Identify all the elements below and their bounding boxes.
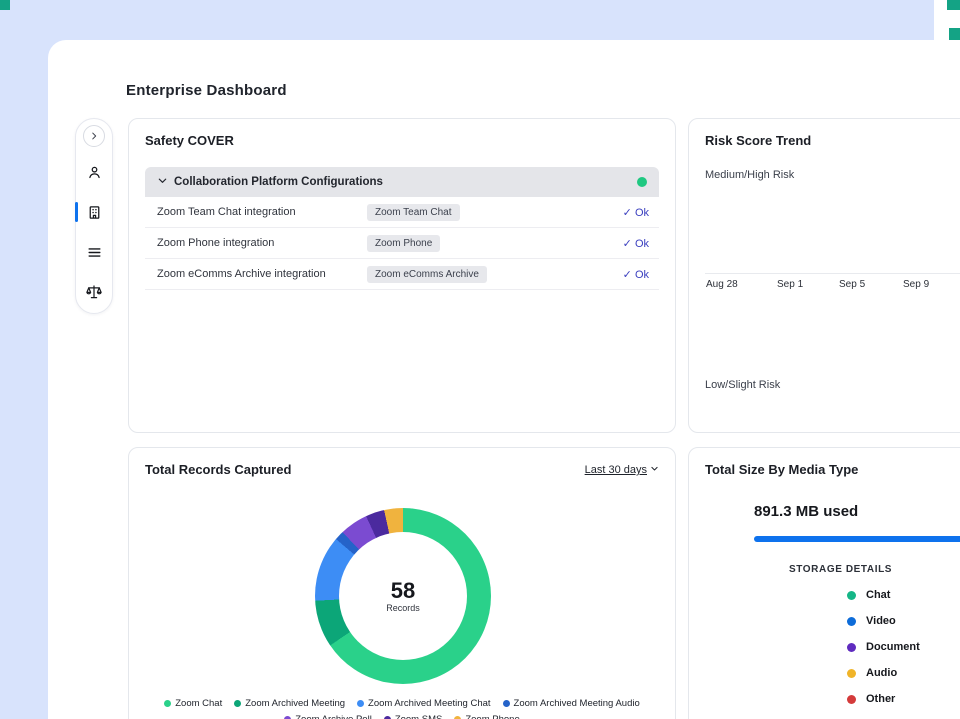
risk-x-tick: Sep 5 bbox=[839, 279, 865, 290]
legend-item: Zoom Phone bbox=[454, 714, 519, 719]
risk-chart-axis-line bbox=[705, 273, 960, 274]
storage-legend: Chat Video Document Audio Other bbox=[847, 589, 920, 705]
safety-cover-title: Safety COVER bbox=[145, 133, 234, 148]
list-item: Other bbox=[847, 693, 920, 705]
total-size-card: Total Size By Media Type 891.3 MB used S… bbox=[688, 447, 960, 719]
app-window: Enterprise Dashboard bbox=[0, 0, 960, 719]
legend-item: Zoom Archived Meeting Chat bbox=[357, 698, 491, 709]
legend-dot bbox=[234, 700, 241, 707]
risk-trend-title: Risk Score Trend bbox=[705, 133, 811, 148]
config-rows: Zoom Team Chat integration Zoom Team Cha… bbox=[145, 197, 659, 290]
risk-score-trend-card: Risk Score Trend Medium/High Risk Aug 28… bbox=[688, 118, 960, 433]
user-icon bbox=[86, 164, 103, 181]
legend-item: Zoom Archive Poll bbox=[284, 714, 372, 719]
sidebar-item-users[interactable] bbox=[84, 162, 104, 182]
legend-item: Zoom SMS bbox=[384, 714, 443, 719]
sidebar bbox=[75, 118, 113, 314]
storage-used-label: 891.3 MB used bbox=[754, 503, 858, 520]
safety-cover-card: Safety COVER Collaboration Platform Conf… bbox=[128, 118, 676, 433]
table-row[interactable]: Zoom eComms Archive integration Zoom eCo… bbox=[145, 259, 659, 290]
group-status-dot bbox=[637, 177, 647, 187]
collab-config-group-header[interactable]: Collaboration Platform Configurations bbox=[145, 167, 659, 197]
risk-x-tick: Aug 28 bbox=[706, 279, 738, 290]
list-item: Chat bbox=[847, 589, 920, 601]
risk-x-tick: Sep 9 bbox=[903, 279, 929, 290]
check-icon: ✓ bbox=[623, 238, 632, 250]
sidebar-item-organization[interactable] bbox=[84, 202, 104, 222]
table-row[interactable]: Zoom Phone integration Zoom Phone ✓ Ok bbox=[145, 228, 659, 259]
legend-dot bbox=[847, 695, 856, 704]
group-header-label: Collaboration Platform Configurations bbox=[174, 176, 383, 188]
donut-legend-row-1: Zoom Chat Zoom Archived Meeting Zoom Arc… bbox=[129, 698, 675, 709]
risk-axis-bottom-label: Low/Slight Risk bbox=[705, 379, 780, 391]
sidebar-expand-button[interactable] bbox=[83, 125, 105, 147]
scales-icon bbox=[85, 283, 103, 301]
sidebar-item-list[interactable] bbox=[84, 242, 104, 262]
storage-usage-bar bbox=[754, 536, 960, 542]
config-row-tag: Zoom Phone bbox=[367, 235, 440, 252]
config-row-label: Zoom eComms Archive integration bbox=[145, 268, 326, 280]
dashboard-sheet: Enterprise Dashboard bbox=[48, 40, 960, 719]
status-badge: ✓ Ok bbox=[623, 237, 649, 250]
storage-title: Total Size By Media Type bbox=[705, 462, 858, 477]
legend-item: Zoom Archived Meeting Audio bbox=[503, 698, 640, 709]
risk-axis-top-label: Medium/High Risk bbox=[705, 169, 794, 181]
legend-dot bbox=[503, 700, 510, 707]
config-row-tag: Zoom Team Chat bbox=[367, 204, 460, 221]
sidebar-item-compliance[interactable] bbox=[84, 282, 104, 302]
legend-item: Zoom Archived Meeting bbox=[234, 698, 345, 709]
legend-dot bbox=[357, 700, 364, 707]
check-icon: ✓ bbox=[623, 269, 632, 281]
donut-legend-row-2: Zoom Archive Poll Zoom SMS Zoom Phone bbox=[129, 714, 675, 719]
legend-dot bbox=[847, 669, 856, 678]
table-row[interactable]: Zoom Team Chat integration Zoom Team Cha… bbox=[145, 197, 659, 228]
list-item: Document bbox=[847, 641, 920, 653]
decor-corner-accent bbox=[947, 0, 960, 10]
records-title: Total Records Captured bbox=[145, 462, 291, 477]
sidebar-active-indicator bbox=[75, 202, 78, 222]
donut-center-label: 58 Records bbox=[315, 508, 491, 684]
storage-details-heading: STORAGE DETAILS bbox=[789, 564, 892, 575]
list-item: Audio bbox=[847, 667, 920, 679]
total-records-card: Total Records Captured Last 30 days 58 R… bbox=[128, 447, 676, 719]
legend-dot bbox=[847, 643, 856, 652]
status-badge: ✓ Ok bbox=[623, 268, 649, 281]
list-item: Video bbox=[847, 615, 920, 627]
records-count: 58 bbox=[391, 579, 415, 603]
decor-corner-accent bbox=[0, 0, 10, 10]
check-icon: ✓ bbox=[623, 207, 632, 219]
legend-dot bbox=[847, 617, 856, 626]
config-row-tag: Zoom eComms Archive bbox=[367, 266, 487, 283]
chevron-down-icon bbox=[650, 464, 659, 476]
status-badge: ✓ Ok bbox=[623, 206, 649, 219]
config-row-label: Zoom Phone integration bbox=[145, 237, 274, 249]
date-range-filter[interactable]: Last 30 days bbox=[585, 464, 659, 476]
chevron-down-icon bbox=[157, 173, 168, 191]
records-count-unit: Records bbox=[386, 603, 420, 613]
config-row-label: Zoom Team Chat integration bbox=[145, 206, 296, 218]
legend-dot bbox=[164, 700, 171, 707]
chevron-right-icon bbox=[89, 131, 99, 141]
building-icon bbox=[86, 204, 103, 221]
legend-dot bbox=[847, 591, 856, 600]
risk-x-tick: Sep 1 bbox=[777, 279, 803, 290]
menu-lines-icon bbox=[86, 244, 103, 261]
legend-item: Zoom Chat bbox=[164, 698, 222, 709]
page-title: Enterprise Dashboard bbox=[126, 82, 287, 99]
